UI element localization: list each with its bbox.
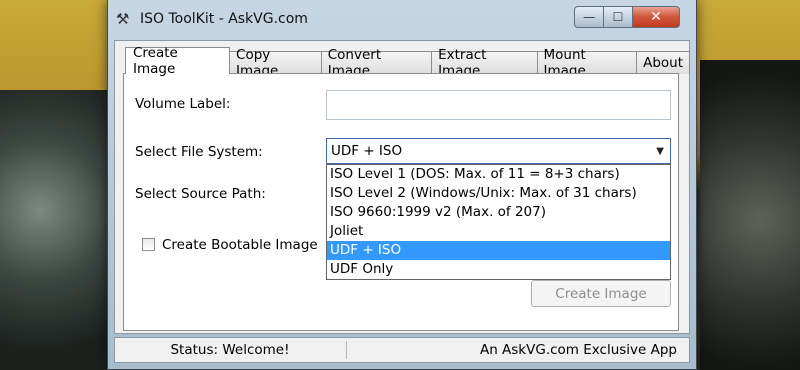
file-system-selected-value: UDF + ISO [331, 143, 403, 159]
option-iso-level-1[interactable]: ISO Level 1 (DOS: Max. of 11 = 8+3 chars… [327, 165, 670, 184]
wand-icon: ⚒ [116, 10, 130, 28]
tab-convert-image[interactable]: Convert Image [320, 47, 433, 79]
minimize-icon: — [583, 10, 595, 24]
background-dragon-left [0, 90, 112, 370]
app-window: ⚒ ISO ToolKit - AskVG.com — ☐ ✕ Create I… [107, 0, 697, 370]
minimize-button[interactable]: — [574, 6, 604, 28]
status-separator [346, 341, 347, 359]
bootable-checkbox[interactable] [142, 238, 155, 251]
create-image-button[interactable]: Create Image [531, 280, 671, 307]
tab-about[interactable]: About [636, 51, 690, 74]
volume-label-input[interactable] [326, 90, 671, 120]
create-image-panel: Volume Label: Select File System: UDF + … [123, 73, 679, 331]
tab-create-image[interactable]: Create Image [125, 45, 231, 77]
option-iso-level-2[interactable]: ISO Level 2 (Windows/Unix: Max. of 31 ch… [327, 184, 670, 203]
status-credit: An AskVG.com Exclusive App [479, 342, 677, 358]
option-iso-9660-1999[interactable]: ISO 9660:1999 v2 (Max. of 207) [327, 203, 670, 222]
status-text: Status: Welcome! [170, 342, 290, 358]
tab-extract-image[interactable]: Extract Image [431, 47, 538, 79]
title-bar[interactable]: ⚒ ISO ToolKit - AskVG.com — ☐ ✕ [108, 0, 696, 38]
tab-strip: Create Image Copy Image Convert Image Ex… [125, 45, 690, 79]
client-area: Create Image Copy Image Convert Image Ex… [114, 40, 690, 334]
bootable-label: Create Bootable Image [162, 237, 318, 253]
option-joliet[interactable]: Joliet [327, 222, 670, 241]
tab-mount-image[interactable]: Mount Image [536, 47, 638, 79]
close-icon: ✕ [650, 9, 662, 25]
tab-copy-image[interactable]: Copy Image [229, 47, 322, 79]
file-system-select[interactable]: UDF + ISO ▼ [326, 138, 671, 164]
option-udf-iso[interactable]: UDF + ISO [327, 241, 670, 260]
background-dragon-right [700, 60, 800, 370]
file-system-dropdown-list: ISO Level 1 (DOS: Max. of 11 = 8+3 chars… [326, 164, 671, 280]
status-bar: Status: Welcome! An AskVG.com Exclusive … [114, 337, 690, 363]
file-system-label: Select File System: [135, 144, 263, 160]
option-udf-only[interactable]: UDF Only [327, 260, 670, 279]
source-path-label: Select Source Path: [135, 186, 266, 202]
close-button[interactable]: ✕ [632, 6, 680, 28]
window-title: ISO ToolKit - AskVG.com [140, 11, 308, 27]
maximize-icon: ☐ [612, 10, 624, 24]
volume-label-text: Volume Label: [135, 96, 231, 112]
maximize-button[interactable]: ☐ [603, 6, 633, 28]
chevron-down-icon: ▼ [656, 146, 664, 157]
